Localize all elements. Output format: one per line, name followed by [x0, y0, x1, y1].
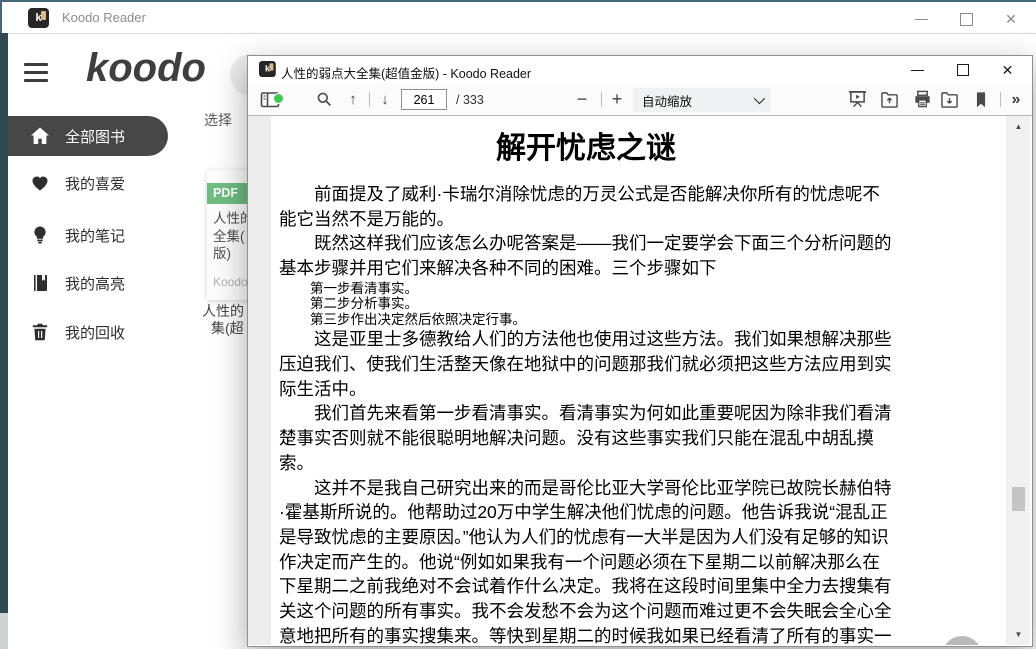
- search-button[interactable]: [310, 84, 338, 115]
- toolbar-separator: [1000, 92, 1001, 107]
- minus-icon: −: [577, 89, 588, 110]
- select-books-button[interactable]: 选择: [204, 110, 232, 130]
- main-maximize-button[interactable]: [953, 8, 979, 30]
- sidebar-item-trash[interactable]: 我的回收: [0, 312, 200, 352]
- sidebar-toggle-button[interactable]: [256, 84, 284, 115]
- sidebar-item-label: 全部图书: [65, 126, 125, 147]
- pdf-window-title: 人性的弱点大全集(超值金版) - Koodo Reader: [281, 63, 531, 82]
- paragraph: 这是亚里士多德教给人们的方法他也使用过这些方法。我们如果想解决那些压迫我们、使我…: [279, 327, 893, 401]
- sidebar-item-label: 我的喜爱: [65, 173, 125, 194]
- sidebar-item-label: 我的高亮: [65, 273, 125, 294]
- more-tools-button[interactable]: »: [1004, 84, 1028, 115]
- down-arrow-icon: ↓: [381, 91, 389, 108]
- pdf-close-button[interactable]: ✕: [985, 56, 1030, 84]
- paragraph: 前面提及了威利·卡瑞尔消除忧虑的万灵公式是否能解决你所有的忧虑呢不能它当然不是万…: [279, 182, 893, 231]
- close-icon: ✕: [1002, 63, 1014, 77]
- koodo-logo: koodo: [86, 46, 206, 91]
- scroll-up-button[interactable]: ▲: [1007, 122, 1030, 131]
- paragraph: 我们首先来看第一步看清事实。看清事实为何如此重要呢因为除非我们看清楚事实否则就不…: [279, 401, 893, 475]
- paragraph: 这并不是我自己研究出来的而是哥伦比亚大学哥伦比亚学院已故院长赫伯特·霍基斯所说的…: [279, 476, 893, 645]
- pdf-content-area: 解开忧虑之谜 前面提及了威利·卡瑞尔消除忧虑的万灵公式是否能解决你所有的忧虑呢不…: [248, 116, 1030, 645]
- presentation-mode-button[interactable]: [843, 84, 871, 115]
- heart-icon: [30, 173, 50, 193]
- page-count-label: / 333: [456, 93, 484, 107]
- sync-status-dot: [273, 93, 284, 104]
- home-icon: [30, 126, 50, 146]
- main-titlebar: k Koodo Reader ✕: [0, 2, 1036, 34]
- step-line: 第一步看清事实。: [310, 281, 893, 297]
- hamburger-menu-icon[interactable]: [24, 63, 48, 87]
- home-icon: [953, 644, 972, 645]
- sidebar-item-label: 我的回收: [65, 322, 125, 343]
- double-chevron-icon: »: [1012, 91, 1021, 109]
- step-line: 第三步作出决定然后依照决定行事。: [310, 312, 893, 328]
- download-button[interactable]: [935, 84, 963, 115]
- document-text: 解开忧虑之谜 前面提及了威利·卡瑞尔消除忧虑的万灵公式是否能解决你所有的忧虑呢不…: [279, 123, 893, 645]
- open-file-button[interactable]: [875, 84, 903, 115]
- pdf-minimize-button[interactable]: [895, 56, 940, 84]
- step-line: 第二步分析事实。: [310, 296, 893, 312]
- koodo-app-icon: k: [28, 8, 49, 28]
- chevron-down-icon: [754, 93, 765, 104]
- minimize-icon: [911, 70, 924, 71]
- highlight-book-icon: [30, 273, 50, 293]
- minimize-icon: [915, 19, 928, 20]
- lightbulb-icon: [30, 225, 50, 245]
- zoom-mode-select[interactable]: 自动缩放: [633, 88, 771, 112]
- main-window-title: Koodo Reader: [62, 10, 146, 25]
- document-heading: 解开忧虑之谜: [279, 123, 893, 167]
- window-edge-strip-bottom: [0, 613, 8, 649]
- maximize-icon: [957, 64, 969, 76]
- pdf-page: 解开忧虑之谜 前面提及了威利·卡瑞尔消除忧虑的万灵公式是否能解决你所有的忧虑呢不…: [271, 116, 1006, 645]
- window-frame-top: [0, 0, 1036, 2]
- sidebar-item-notes[interactable]: 我的笔记: [0, 215, 200, 255]
- main-minimize-button[interactable]: [908, 8, 934, 30]
- scroll-down-button[interactable]: ▼: [1007, 630, 1030, 639]
- main-close-button[interactable]: ✕: [998, 8, 1024, 30]
- window-edge-strip: [0, 33, 8, 613]
- print-button[interactable]: [908, 84, 936, 115]
- close-icon: ✕: [1005, 12, 1017, 26]
- cover-publisher: Koodo: [213, 275, 248, 289]
- scrollbar-thumb[interactable]: [1012, 487, 1025, 511]
- book-title: 人性的 集(超: [202, 303, 244, 337]
- window-frame-left: [0, 0, 2, 33]
- sidebar-item-favorites[interactable]: 我的喜爱: [0, 163, 200, 203]
- scrollbar[interactable]: ▲ ▼: [1007, 116, 1030, 645]
- sidebar-item-highlights[interactable]: 我的高亮: [0, 263, 200, 303]
- maximize-icon: [960, 13, 973, 26]
- toolbar-separator: [601, 92, 602, 107]
- sidebar-item-all-books[interactable]: 全部图书: [0, 116, 168, 156]
- pdf-titlebar: k 人性的弱点大全集(超值金版) - Koodo Reader ✕: [248, 56, 1032, 84]
- next-page-button[interactable]: ↓: [373, 84, 397, 115]
- pdf-viewer-window: k 人性的弱点大全集(超值金版) - Koodo Reader ✕ ↑ ↓ / …: [247, 55, 1033, 647]
- pdf-maximize-button[interactable]: [940, 56, 985, 84]
- zoom-mode-value: 自动缩放: [642, 91, 692, 110]
- zoom-in-button[interactable]: +: [605, 84, 629, 115]
- page-number-input[interactable]: [401, 89, 447, 110]
- zoom-out-button[interactable]: −: [570, 84, 594, 115]
- toolbar-separator: [369, 92, 370, 107]
- pdf-toolbar: ↑ ↓ / 333 − + 自动缩放 »: [248, 84, 1032, 116]
- sidebar-item-label: 我的笔记: [65, 225, 125, 246]
- koodo-app-icon: k: [259, 61, 276, 77]
- paragraph: 既然这样我们应该怎么办呢答案是——我们一定要学会下面三个分析问题的基本步骤并用它…: [279, 231, 893, 280]
- bookmark-button[interactable]: [967, 84, 995, 115]
- previous-page-button[interactable]: ↑: [341, 84, 365, 115]
- plus-icon: +: [612, 89, 623, 110]
- up-arrow-icon: ↑: [349, 91, 357, 108]
- trash-icon: [30, 322, 50, 342]
